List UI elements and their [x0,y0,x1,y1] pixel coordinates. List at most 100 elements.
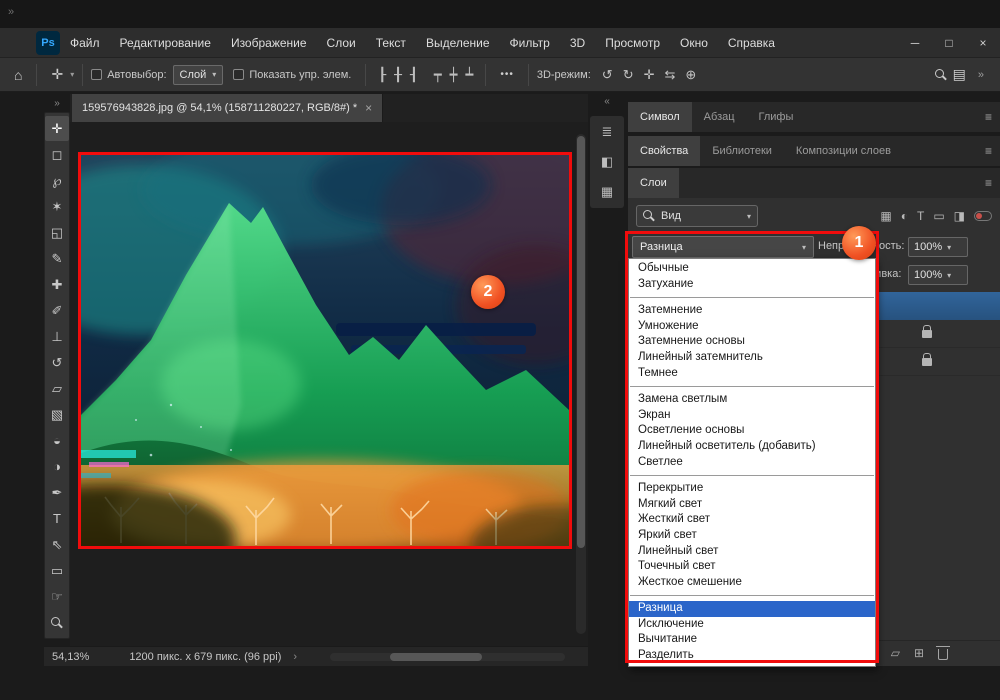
tab-character[interactable]: Символ [628,102,692,132]
horizontal-scrollbar-thumb[interactable] [390,653,482,661]
blend-mode-option[interactable]: Затемнение основы [629,334,875,350]
status-options-icon[interactable]: › [293,651,297,663]
eraser-tool[interactable]: ▱ [45,376,69,401]
new-layer-icon[interactable]: ⊞ [914,646,924,660]
blend-mode-option[interactable]: Линейный затемнитель [629,350,875,366]
adjustments-panel-icon[interactable]: ≣ [602,124,613,140]
blend-mode-option[interactable]: Затемнение [629,303,875,319]
vertical-scrollbar-thumb[interactable] [577,136,585,548]
search-icon[interactable] [935,69,947,81]
blend-mode-option[interactable]: Перекрытие [629,481,875,497]
home-icon[interactable]: ⌂ [14,67,22,83]
blend-mode-option[interactable]: Жесткое смешение [629,575,875,591]
history-brush-tool[interactable]: ↺ [45,350,69,375]
blend-mode-option[interactable]: Яркий свет [629,528,875,544]
pan-3d-icon[interactable]: ✛ [644,67,655,83]
filter-adjustment-icon[interactable]: ◐ [901,209,908,223]
healing-brush-tool[interactable]: ✚ [45,272,69,297]
align-right-icon[interactable]: ┨ [410,67,418,83]
info-panel-icon[interactable]: ▦ [601,184,613,200]
panel-menu-icon[interactable]: ≡ [985,176,992,190]
vertical-scrollbar[interactable] [576,134,586,634]
tools-collapse-icon[interactable]: » [44,96,70,110]
overflow-icon[interactable]: » [978,69,984,81]
marquee-tool[interactable]: ◻ [45,142,69,167]
align-left-icon[interactable]: ┠ [378,67,386,83]
filter-shape-icon[interactable]: ▭ [933,209,944,223]
zoom-level-field[interactable]: 54,13% [52,651,89,663]
maximize-button[interactable]: □ [932,28,966,58]
align-middle-icon[interactable]: ┿ [450,67,458,83]
autoselect-target-select[interactable]: Слой ▾ [173,65,224,85]
blend-mode-option[interactable]: Жесткий свет [629,512,875,528]
align-center-icon[interactable]: ╂ [394,67,402,83]
filter-toggle[interactable] [974,211,992,221]
menu-select[interactable]: Выделение [416,28,500,58]
gradient-tool[interactable]: ▧ [45,402,69,427]
panel-menu-icon[interactable]: ≡ [985,110,992,124]
filter-type-icon[interactable]: Т [917,209,924,223]
blend-mode-option[interactable]: Темнее [629,366,875,382]
blend-mode-option[interactable]: Точечный свет [629,559,875,575]
move-tool-icon[interactable]: ✛ [51,66,63,83]
move-tool[interactable]: ✛ [45,116,69,141]
blend-mode-option[interactable]: Мягкий свет [629,497,875,513]
blend-mode-select[interactable]: Разница ▾ [632,236,814,258]
menu-file[interactable]: Файл [60,28,110,58]
menu-filter[interactable]: Фильтр [500,28,560,58]
magic-wand-tool[interactable]: ✶ [45,194,69,219]
align-top-icon[interactable]: ┯ [434,67,442,83]
align-bottom-icon[interactable]: ┷ [465,67,473,83]
blend-mode-option[interactable]: Экран [629,408,875,424]
delete-layer-icon[interactable] [938,649,948,660]
pen-tool[interactable]: ✒ [45,480,69,505]
document-canvas[interactable] [81,155,569,546]
hand-tool[interactable]: ☞ [45,584,69,609]
fill-select[interactable]: 100% ▾ [908,265,968,285]
tab-paragraph[interactable]: Абзац [692,102,747,132]
tab-layers[interactable]: Слои [628,168,679,198]
menu-type[interactable]: Текст [366,28,416,58]
blend-mode-option[interactable]: Линейный осветитель (добавить) [629,439,875,455]
zoom-tool[interactable] [45,610,69,635]
expand-panels-icon[interactable]: « [590,96,624,110]
slide-3d-icon[interactable]: ⇆ [665,67,676,83]
zoom-3d-icon[interactable]: ⊕ [685,67,696,83]
blend-mode-option[interactable]: Исключение [629,617,875,633]
new-group-icon[interactable]: ▱ [891,646,900,660]
blend-mode-option-selected[interactable]: Разница [629,601,875,617]
horizontal-scrollbar[interactable] [330,653,565,661]
blend-mode-option[interactable]: Умножение [629,319,875,335]
blend-mode-option[interactable]: Линейный свет [629,544,875,560]
close-tab-icon[interactable]: × [365,101,372,115]
menu-view[interactable]: Просмотр [595,28,670,58]
shape-tool[interactable]: ▭ [45,558,69,583]
close-button[interactable]: × [966,28,1000,58]
workspace-icon[interactable]: ▤ [953,66,966,83]
brush-tool[interactable]: ✐ [45,298,69,323]
type-tool[interactable]: Т [45,506,69,531]
filter-smart-object-icon[interactable]: ◨ [954,209,965,223]
document-tab[interactable]: 159576943828.jpg @ 54,1% (158711280227, … [72,94,383,122]
minimize-button[interactable]: ─ [898,28,932,58]
menu-window[interactable]: Окно [670,28,718,58]
dodge-tool[interactable]: ◑ [45,454,69,479]
lasso-tool[interactable]: ℘ [45,168,69,193]
blend-mode-option[interactable]: Осветление основы [629,423,875,439]
path-select-tool[interactable]: ⇖ [45,532,69,557]
menu-3d[interactable]: 3D [560,28,595,58]
layer-filter-select[interactable]: Вид ▾ [636,205,758,227]
autoselect-checkbox[interactable] [91,69,102,80]
lock-icon[interactable] [922,330,932,338]
blend-mode-option[interactable]: Обычные [629,261,875,277]
blur-tool[interactable]: ◒ [45,428,69,453]
blend-mode-option[interactable]: Разделить [629,648,875,664]
tab-properties[interactable]: Свойства [628,136,700,166]
eyedropper-tool[interactable]: ✎ [45,246,69,271]
tab-layer-comps[interactable]: Композиции слоев [784,136,903,166]
collapse-icon[interactable]: » [8,6,14,18]
lock-icon[interactable] [922,358,932,366]
panel-menu-icon[interactable]: ≡ [985,144,992,158]
filter-pixel-icon[interactable]: ▦ [880,209,891,223]
clone-stamp-tool[interactable]: ⊥ [45,324,69,349]
